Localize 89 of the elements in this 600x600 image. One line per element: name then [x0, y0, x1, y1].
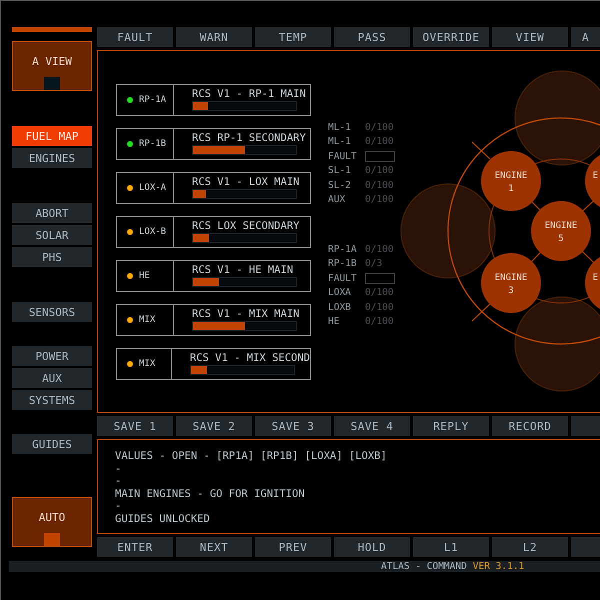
- view-tile[interactable]: A VIEW: [12, 41, 92, 91]
- valve-tag: RP-1A: [139, 95, 166, 105]
- reading-label: HE: [328, 316, 340, 328]
- reading-label: SL-2: [328, 180, 352, 191]
- engine-label: E: [592, 171, 598, 181]
- toolbar-button[interactable]: FAULT: [97, 27, 173, 47]
- reading-value: 0/100: [365, 287, 394, 298]
- reading-value: 0/100: [365, 316, 394, 328]
- reading-label: ML-1: [328, 136, 352, 148]
- valve-tag: LOX-A: [139, 183, 166, 193]
- nav-button[interactable]: ABORT: [12, 203, 92, 223]
- tick-line: [472, 142, 490, 160]
- reading-value: 0/100: [365, 136, 394, 148]
- valve-tag: MIX: [139, 359, 156, 369]
- log-line: -: [115, 500, 122, 513]
- nav-button[interactable]: ENGINES: [12, 148, 92, 168]
- nav-button[interactable]: PHS: [12, 247, 92, 267]
- reading-label: RP-1A: [328, 244, 358, 255]
- toolbar-button[interactable]: VIEW: [492, 27, 568, 47]
- reading-value: 0/3: [365, 258, 382, 270]
- toolbar-button[interactable]: TEMP: [255, 27, 331, 47]
- valve-title: RCS V1 - LOX MAIN: [192, 176, 300, 188]
- command-button[interactable]: NEXT: [176, 537, 252, 557]
- valve-title: RCS V1 - RP-1 MAIN: [192, 88, 306, 100]
- valve-title: RCS LOX SECONDARY: [192, 220, 300, 232]
- reading-label: AUX: [328, 194, 346, 206]
- valve-title: RCS V1 - MIX SECOND: [190, 352, 310, 364]
- log-line: -: [115, 475, 122, 488]
- engine-node[interactable]: [531, 201, 591, 261]
- valve-tag: MIX: [139, 315, 156, 325]
- nav-button[interactable]: POWER: [12, 346, 92, 366]
- valve-title: RCS V1 - HE MAIN: [192, 264, 294, 276]
- valve-tag: LOX-B: [139, 227, 166, 237]
- auto-tile[interactable]: AUTO: [12, 497, 92, 547]
- save-button[interactable]: REPLY: [413, 416, 489, 436]
- reading-label: ML-1: [328, 122, 352, 133]
- nav-button[interactable]: GUIDES: [12, 434, 92, 454]
- reading-label: RP-1B: [328, 258, 358, 270]
- engine-number: 3: [508, 286, 514, 296]
- save-button[interactable]: SAVE 4: [334, 416, 410, 436]
- save-button[interactable]: SAVE 3: [255, 416, 331, 436]
- engine-label: ENGINE: [544, 221, 578, 231]
- log-line: GUIDES UNLOCKED: [115, 512, 211, 526]
- reading-value: 0/100: [365, 165, 394, 176]
- status-title: ATLAS - COMMAND: [381, 561, 467, 572]
- save-button[interactable]: SAVE 2: [176, 416, 252, 436]
- reading-value: 0/100: [365, 194, 394, 206]
- fault-indicator: [365, 150, 395, 162]
- nav-button[interactable]: SOLAR: [12, 225, 92, 245]
- log-line: MAIN ENGINES - GO FOR IGNITION: [115, 488, 306, 500]
- engine-label: ENGINE: [494, 171, 528, 181]
- log-line: VALUES - OPEN - [RP1A] [RP1B] [LOXA] [LOXB]: [115, 450, 388, 463]
- valve-tag: HE: [139, 271, 150, 281]
- reading-label: SL-1: [328, 165, 352, 176]
- reading-label: FAULT: [328, 272, 358, 284]
- reading-value: 0/100: [365, 122, 394, 133]
- toolbar-button[interactable]: WARN: [176, 27, 252, 47]
- valve-title: RCS V1 - MIX MAIN: [192, 308, 300, 320]
- command-button[interactable]: ENTER: [97, 537, 173, 557]
- toolbar-button[interactable]: A: [571, 27, 600, 47]
- command-button[interactable]: HOLD: [334, 537, 410, 557]
- command-button[interactable]: L2: [492, 537, 568, 557]
- toolbar-button[interactable]: PASS: [334, 27, 410, 47]
- reading-value: 0/100: [365, 180, 394, 191]
- command-button[interactable]: L1: [413, 537, 489, 557]
- log-line: -: [115, 462, 122, 476]
- reading-value: 0/100: [365, 302, 394, 313]
- valve-title: RCS RP-1 SECONDARY: [192, 132, 306, 144]
- engine-number: 5: [558, 234, 564, 244]
- nav-button[interactable]: SYSTEMS: [12, 390, 92, 410]
- reading-label: LOXB: [328, 302, 352, 313]
- reading-label: FAULT: [328, 150, 358, 162]
- save-button[interactable]: SAVE 1: [97, 416, 173, 436]
- toolbar-button[interactable]: OVERRIDE: [413, 27, 489, 47]
- reading-value: 0/100: [365, 244, 394, 255]
- version-label: VER 3.1.1: [472, 561, 524, 572]
- engine-number: 1: [508, 184, 514, 194]
- engine-label: ENGINE: [494, 273, 528, 283]
- tick-line: [472, 304, 490, 322]
- engine-node[interactable]: [481, 151, 541, 211]
- command-button[interactable]: PREV: [255, 537, 331, 557]
- save-button[interactable]: RECORD: [492, 416, 568, 436]
- fault-indicator: [365, 272, 395, 284]
- valve-tag: RP-1B: [139, 139, 166, 149]
- engine-label: E: [592, 273, 598, 283]
- engine-node[interactable]: [481, 253, 541, 313]
- nav-button[interactable]: SENSORS: [12, 302, 92, 322]
- reading-label: LOXA: [328, 287, 352, 298]
- nav-button[interactable]: AUX: [12, 368, 92, 388]
